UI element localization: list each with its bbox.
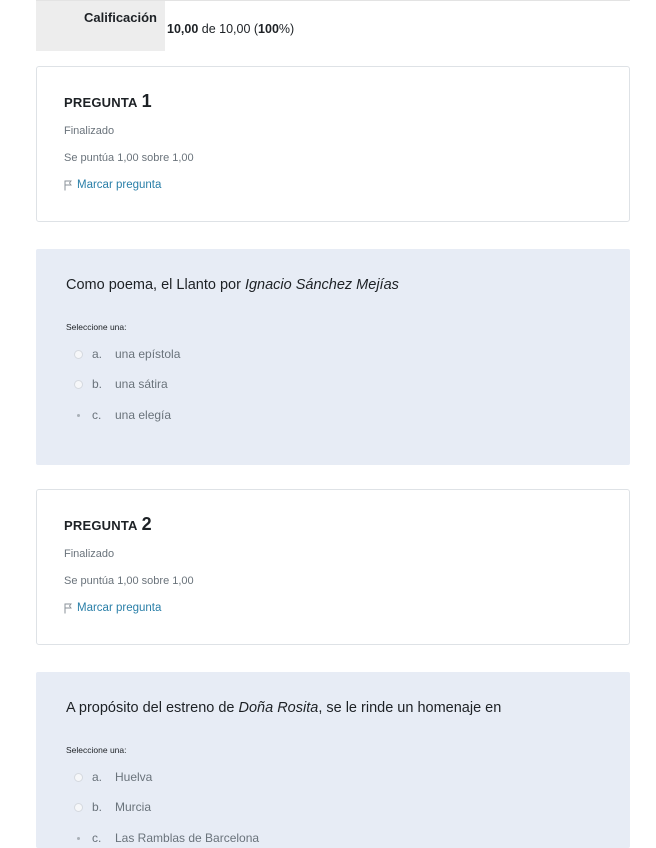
grade-summary-row: Calificación 10,00 de 10,00 (100%) <box>36 0 630 51</box>
answer-label: Murcia <box>115 800 152 814</box>
flag-icon <box>64 180 72 190</box>
question-title: PREGUNTA 2 <box>64 514 152 535</box>
question-number: 1 <box>141 91 152 111</box>
question-info-2: PREGUNTA 2 Finalizado Se puntúa 1,00 sobr… <box>36 489 630 645</box>
question-state: Finalizado <box>64 125 115 137</box>
answer-letter: a. <box>92 347 103 361</box>
answer-option-c[interactable]: c. una elegía <box>74 408 171 422</box>
question-formulation-1: Como poema, el Llanto por Ignacio Sánche… <box>36 249 630 465</box>
answer-letter: b. <box>92 377 103 391</box>
question-grade: Se puntúa 1,00 sobre 1,00 <box>64 575 194 587</box>
answer-label: una elegía <box>115 408 172 422</box>
question-text: Como poema, el Llanto por Ignacio Sánche… <box>66 277 399 293</box>
answer-option-b[interactable]: b. una sátira <box>74 377 168 391</box>
question-number: 2 <box>141 514 152 534</box>
answer-label: una sátira <box>115 377 168 391</box>
question-state: Finalizado <box>64 548 115 560</box>
question-text-italic: Ignacio Sánchez Mejías <box>244 277 399 293</box>
question-title-label: PREGUNTA <box>64 95 138 110</box>
question-title: PREGUNTA 1 <box>64 91 152 112</box>
question-info-1: PREGUNTA 1 Finalizado Se puntúa 1,00 sobr… <box>36 66 630 222</box>
answer-letter: b. <box>92 800 103 814</box>
radio-button[interactable] <box>74 772 83 782</box>
question-text: A propósito del estreno de Doña Rosita, … <box>66 700 501 716</box>
grade-value: 10,00 de 10,00 (100%) <box>167 22 294 36</box>
answer-option-a[interactable]: a. una epístola <box>74 347 180 361</box>
answer-label: una epístola <box>115 347 181 361</box>
radio-button-selected[interactable] <box>74 834 83 843</box>
grade-of-text: de 10,00 ( <box>198 22 259 36</box>
answer-letter: c. <box>92 831 102 845</box>
radio-button[interactable] <box>74 349 83 359</box>
question-text-start: A propósito del estreno de <box>66 700 239 716</box>
answer-label: Las Ramblas de Barcelona <box>115 831 260 845</box>
answer-letter: c. <box>92 408 102 422</box>
question-text-end: , se le rinde un homenaje en <box>318 700 502 716</box>
answer-option-a[interactable]: a. Huelva <box>74 770 152 784</box>
flag-question-link[interactable]: Marcar pregunta <box>64 179 161 191</box>
flag-question-label: Marcar pregunta <box>77 602 162 614</box>
question-grade: Se puntúa 1,00 sobre 1,00 <box>64 152 194 164</box>
question-formulation-2: A propósito del estreno de Doña Rosita, … <box>36 672 630 848</box>
answer-option-b[interactable]: b. Murcia <box>74 800 151 814</box>
answer-letter: a. <box>92 770 103 784</box>
grade-percent: 100 <box>258 22 279 36</box>
quiz-review-page: Calificación 10,00 de 10,00 (100%) PREGU… <box>0 0 656 848</box>
answer-label: Huelva <box>115 770 153 784</box>
flag-question-link[interactable]: Marcar pregunta <box>64 602 161 614</box>
radio-button[interactable] <box>74 379 83 389</box>
radio-button-selected[interactable] <box>74 411 83 420</box>
answer-prompt: Seleccione una: <box>66 745 127 755</box>
answer-option-c[interactable]: c. Las Ramblas de Barcelona <box>74 831 259 845</box>
grade-score: 10,00 <box>167 22 199 36</box>
radio-button[interactable] <box>74 802 83 812</box>
flag-icon <box>64 603 72 613</box>
question-title-label: PREGUNTA <box>64 518 138 533</box>
answer-prompt: Seleccione una: <box>66 322 127 332</box>
flag-question-label: Marcar pregunta <box>77 179 162 191</box>
grade-percent-suffix: %) <box>278 22 295 36</box>
question-text-italic: Doña Rosita <box>238 700 319 716</box>
question-text-start: Como poema, el Llanto por <box>66 277 245 293</box>
grade-label: Calificación <box>36 1 165 51</box>
